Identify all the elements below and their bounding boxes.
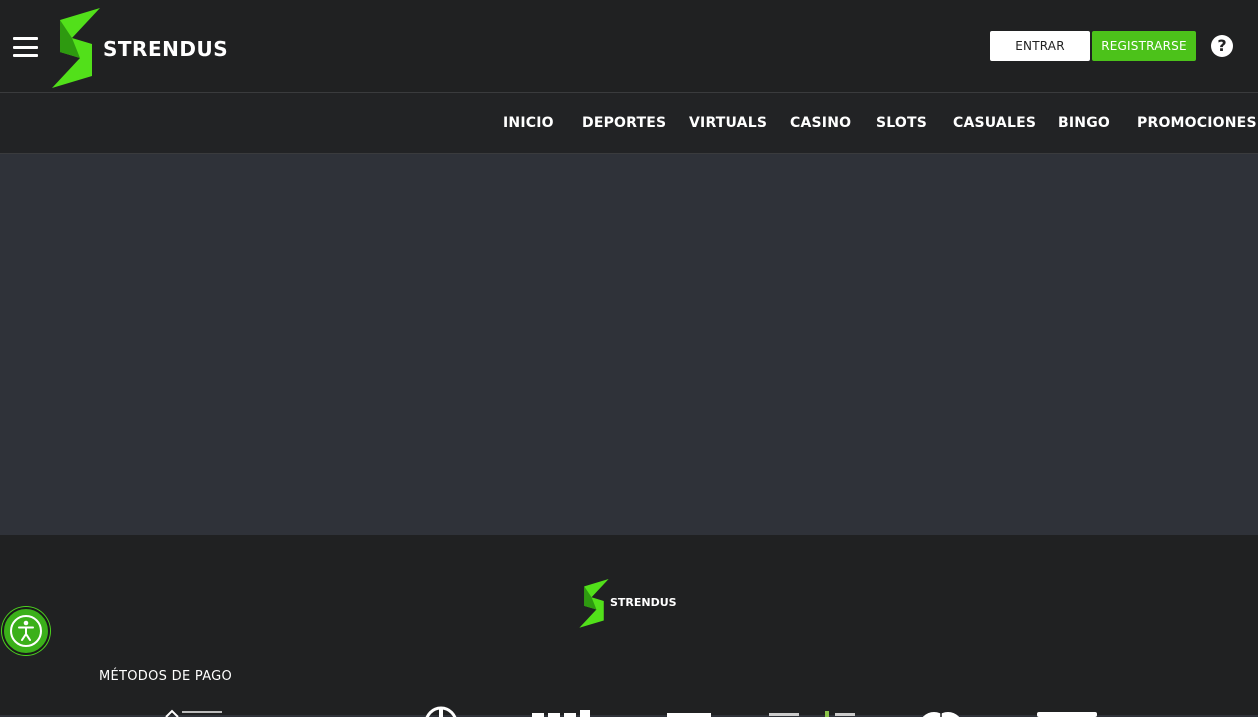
visa-logo-icon xyxy=(667,713,711,717)
nav-item-casuales[interactable]: CASUALES xyxy=(953,115,1036,131)
main-content-area xyxy=(0,154,1258,534)
nav-item-inicio[interactable]: INICIO xyxy=(503,115,554,131)
header: STRENDUS ENTRAR REGISTRARSE ? xyxy=(0,0,1258,93)
accessibility-icon xyxy=(10,615,42,647)
payment-logo-icon xyxy=(165,709,222,717)
lightning-bolt-logo-icon xyxy=(52,8,100,88)
footer: STRENDUS MÉTODOS DE PAGO xyxy=(0,535,1258,717)
nav-item-promociones[interactable]: PROMOCIONES xyxy=(1137,115,1257,131)
bbva-logo-icon xyxy=(532,710,590,717)
brand-name: STRENDUS xyxy=(103,37,229,61)
register-button[interactable]: REGISTRARSE xyxy=(1092,31,1196,61)
login-button[interactable]: ENTRAR xyxy=(990,31,1090,61)
help-icon[interactable]: ? xyxy=(1211,35,1233,57)
nav-item-slots[interactable]: SLOTS xyxy=(876,115,927,131)
payment-methods-heading: MÉTODOS DE PAGO xyxy=(99,669,233,684)
footer-logo[interactable]: STRENDUS xyxy=(578,579,688,629)
payment-logo-icon xyxy=(1037,712,1097,717)
accessibility-button[interactable] xyxy=(2,607,50,655)
footer-brand-name: STRENDUS xyxy=(610,596,677,609)
hamburger-menu-icon[interactable] xyxy=(13,37,38,57)
nav-item-virtuals[interactable]: VIRTUALS xyxy=(689,115,767,131)
payment-logo-icon xyxy=(425,706,457,717)
brand-logo[interactable]: STRENDUS xyxy=(50,8,228,90)
mastercard-logo-icon xyxy=(922,712,960,717)
nav-item-casino[interactable]: CASINO xyxy=(790,115,851,131)
main-nav: INICIO DEPORTES VIRTUALS CASINO SLOTS CA… xyxy=(0,93,1258,154)
payment-logo-icon xyxy=(769,711,855,717)
nav-item-deportes[interactable]: DEPORTES xyxy=(582,115,666,131)
lightning-bolt-logo-icon xyxy=(579,579,609,628)
nav-item-bingo[interactable]: BINGO xyxy=(1058,115,1110,131)
